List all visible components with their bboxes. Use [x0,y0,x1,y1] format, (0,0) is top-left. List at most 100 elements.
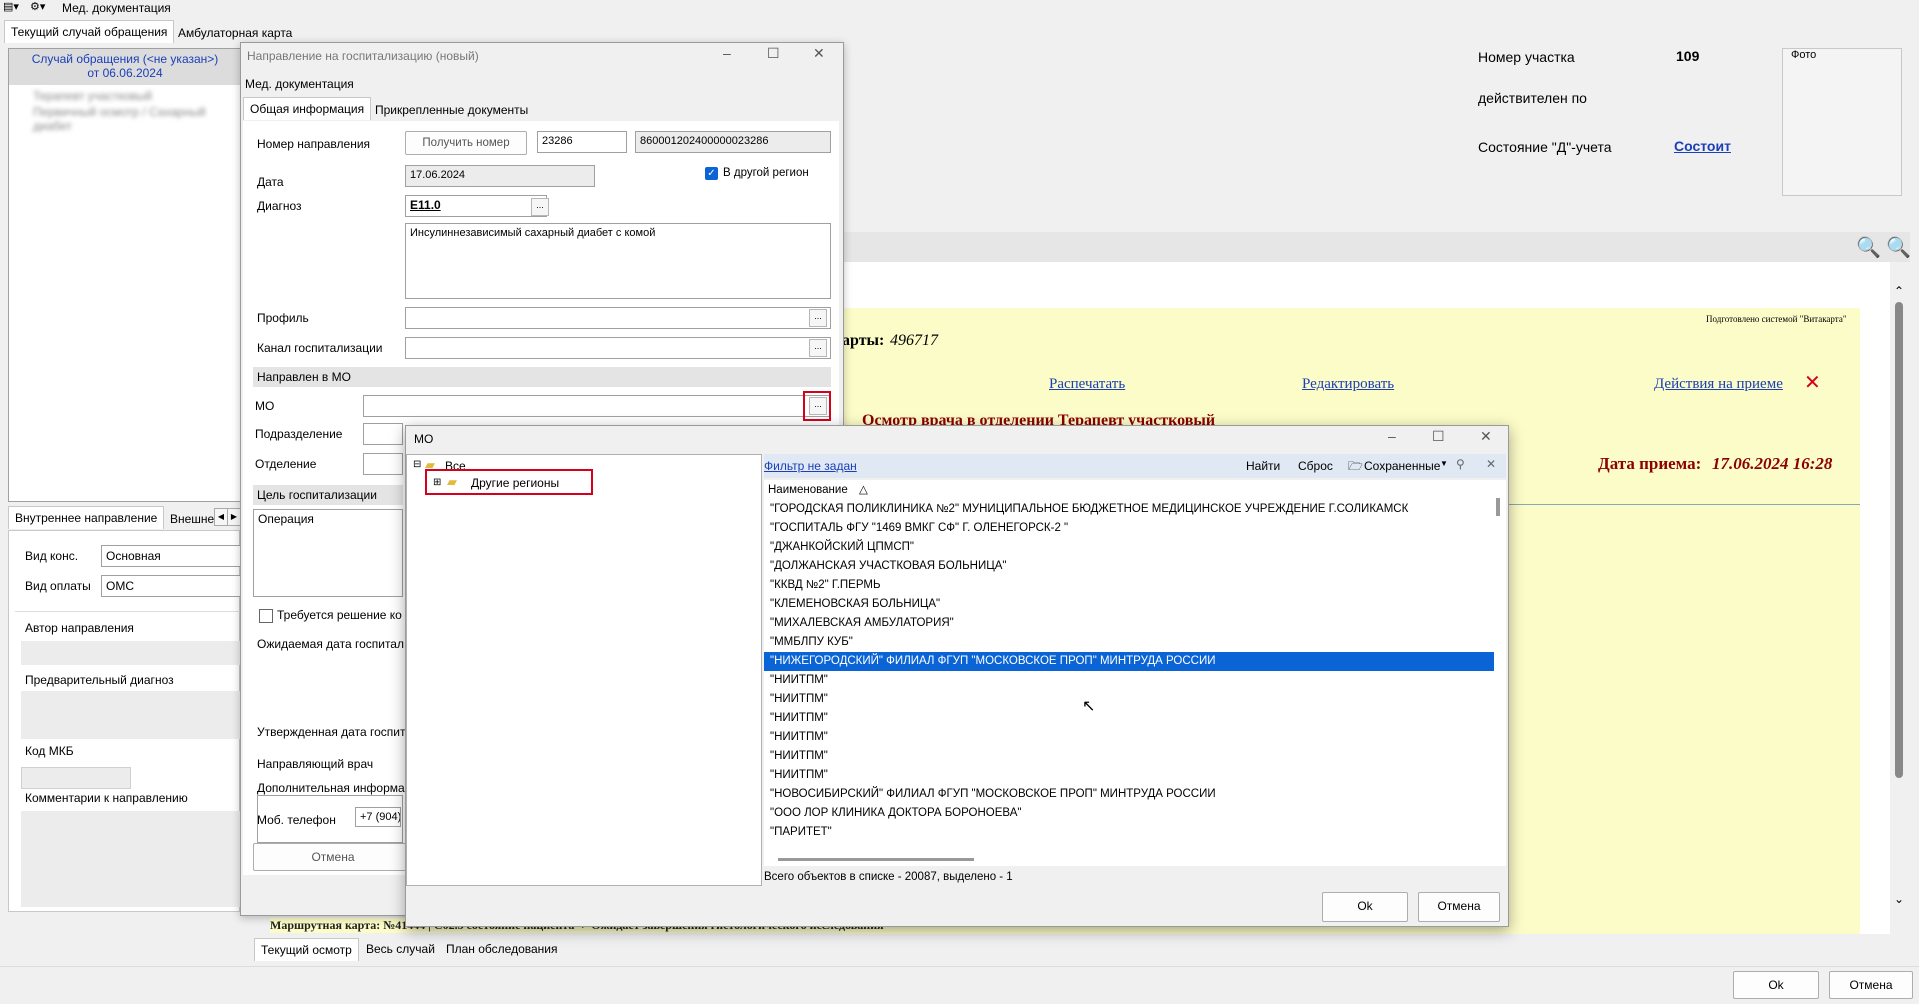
tab-current-exam[interactable]: Текущий осмотр [254,938,359,961]
reset-button[interactable]: Сброс [1298,459,1333,473]
list-item[interactable]: "ГОРОДСКАЯ ПОЛИКЛИНИКА №2" МУНИЦИПАЛЬНОЕ… [764,500,1494,519]
mo-ok-button[interactable]: Ok [1322,892,1408,922]
vid-oplaty-field[interactable]: ОМС [101,575,241,597]
diag-text-field[interactable]: Инсулиннезависимый сахарный диабет с ком… [405,223,831,299]
d-uchet-link[interactable]: Состоит [1674,138,1731,154]
actions-link[interactable]: Действия на приеме [1654,376,1783,393]
list-item[interactable]: "НОВОСИБИРСКИЙ" ФИЛИАЛ ФГУП "МОСКОВСКОЕ … [764,785,1494,804]
nomer-field[interactable]: 23286 [537,131,627,153]
close-doc-icon[interactable]: ✕ [1804,370,1821,395]
goal-field[interactable]: Операция [253,509,403,597]
scroll-up-icon[interactable]: ⌃ [1894,284,1904,298]
tab-scroll-right-button[interactable]: ▶ [227,508,241,526]
phone-field[interactable]: +7 (904) 4 [355,807,401,827]
diag-code-field[interactable]: E11.0 [405,195,547,217]
saved-filters-icon[interactable]: 🗁 [1348,457,1363,478]
other-region-checkbox[interactable]: ✓ [705,167,718,180]
list-item[interactable]: "ММБЛПУ КУБ" [764,633,1494,652]
scroll-down-icon[interactable]: ⌄ [1894,892,1904,906]
pin-icon[interactable]: ⚲ [1456,457,1465,471]
get-number-button[interactable]: Получить номер [405,131,527,155]
doc-scrollbar[interactable]: ⌃ ⌄ [1890,282,1908,914]
hosp-cancel-button[interactable]: Отмена [253,843,413,871]
list-vscroll-thumb[interactable] [1496,498,1500,516]
list-item[interactable]: "ДЖАНКОЙСКИЙ ЦПМСП" [764,538,1494,557]
column-header[interactable]: Наименование △ [768,482,868,496]
case-item[interactable]: Первичный осмотр / Сахарный диабет [33,105,241,133]
otdel-field[interactable] [363,453,403,475]
otdel-label: Отделение [255,457,317,471]
vid-kons-field[interactable]: Основная [101,545,241,567]
list-item[interactable]: "ПАРИТЕТ" [764,823,1494,842]
list-item[interactable]: "ГОСПИТАЛЬ ФГУ "1469 ВМКГ СФ" Г. ОЛЕНЕГО… [764,519,1494,538]
tab-internal-referral[interactable]: Внутреннее направление [8,506,165,529]
zoom-in-icon[interactable]: 🔍 [1856,235,1881,260]
hosp-menu[interactable]: Мед. документация [245,77,354,91]
scroll-thumb[interactable] [1895,302,1903,778]
print-link[interactable]: Распечатать [1049,376,1125,393]
app-menu-icon[interactable]: ▤▾ [3,0,19,13]
list-item[interactable]: "НИИТПМ" [764,728,1494,747]
channel-picker-button[interactable]: ... [809,339,827,357]
list-hscroll-thumb[interactable] [778,858,974,861]
edit-link[interactable]: Редактировать [1302,376,1394,393]
footer-bar [0,966,1919,1004]
author-field[interactable] [21,641,241,665]
list-item[interactable]: "ККВД №2" Г.ПЕРМЬ [764,576,1494,595]
list-item[interactable]: "НИИТПМ" [764,766,1494,785]
need-decision-checkbox[interactable] [259,609,273,623]
list-item[interactable]: "ООО ЛОР КЛИНИКА ДОКТОРА БОРОНОЕВА" [764,804,1494,823]
list-item[interactable]: "ДОЛЖАНСКАЯ УЧАСТКОВАЯ БОЛЬНИЦА" [764,557,1494,576]
channel-field[interactable] [405,337,831,359]
list-item[interactable]: "МИХАЛЕВСКАЯ АМБУЛАТОРИЯ" [764,614,1494,633]
tab-general-info[interactable]: Общая информация [243,97,372,120]
list-item[interactable]: "НИИТПМ" [764,671,1494,690]
mkb-field[interactable] [21,767,131,789]
profile-field[interactable] [405,307,831,329]
find-button[interactable]: Найти [1246,459,1280,473]
chevron-down-icon[interactable]: ▼ [1440,459,1448,468]
list-item[interactable]: "НИИТПМ" [764,690,1494,709]
app-settings-icon[interactable]: ⚙▾ [30,0,45,13]
filter-link[interactable]: Фильтр не задан [764,459,857,473]
mo-cancel-button[interactable]: Отмена [1418,892,1500,922]
list-item[interactable]: "НИИТПМ" [764,747,1494,766]
patient-header: Номер участка 109 действителен по Состоя… [842,40,1910,230]
podrazd-field[interactable] [363,423,403,445]
maximize-icon[interactable]: ☐ [1432,428,1445,445]
tab-external-referral[interactable]: Внешне [164,508,220,530]
system-note: Подготовлено системой "Витакарта" [1706,314,1847,324]
list-item[interactable]: "НИИТПМ" [764,709,1494,728]
tab-attached-docs[interactable]: Прикрепленные документы [369,99,534,121]
close-filter-icon[interactable]: ✕ [1486,457,1496,471]
mo-field[interactable] [363,395,831,417]
zoom-out-icon[interactable]: 🔍 [1886,235,1911,260]
tab-ambulatory-card[interactable]: Амбулаторная карта [172,22,298,44]
diag-picker-button[interactable]: ... [531,198,549,216]
close-icon[interactable]: ✕ [813,45,825,62]
tab-whole-case[interactable]: Весь случай [360,938,441,960]
tab-exam-plan[interactable]: План обследования [440,938,564,960]
sort-asc-icon: △ [858,484,868,496]
case-item[interactable]: Терапевт участковый [33,89,152,103]
uchastok-value: 109 [1676,48,1700,64]
saved-button[interactable]: Сохраненные [1364,459,1440,473]
tab-current-case[interactable]: Текущий случай обращения [4,20,175,43]
footer-ok-button[interactable]: Ok [1733,971,1819,999]
minimize-icon[interactable]: – [1388,428,1396,444]
case-date: от 06.06.2024 [87,66,163,80]
footer-cancel-button[interactable]: Отмена [1829,971,1913,999]
maximize-icon[interactable]: ☐ [767,45,780,62]
close-icon[interactable]: ✕ [1480,428,1492,445]
date-field[interactable]: 17.06.2024 [405,165,595,187]
date-label: Дата приема: [1598,454,1702,473]
minimize-icon[interactable]: – [723,45,731,61]
profile-picker-button[interactable]: ... [809,309,827,327]
case-header[interactable]: Случай обращения (<не указан>) от 06.06.… [9,49,241,85]
list-item[interactable]: "НИЖЕГОРОДСКИЙ" ФИЛИАЛ ФГУП "МОСКОВСКОЕ … [764,652,1494,671]
prelim-diag-field[interactable] [21,691,241,739]
comments-field[interactable] [21,811,241,907]
tree-collapse-icon[interactable]: ⊟ [413,459,421,470]
list-item[interactable]: "КЛЕМЕНОВСКАЯ БОЛЬНИЦА" [764,595,1494,614]
tab-scroll-left-button[interactable]: ◀ [214,508,228,526]
